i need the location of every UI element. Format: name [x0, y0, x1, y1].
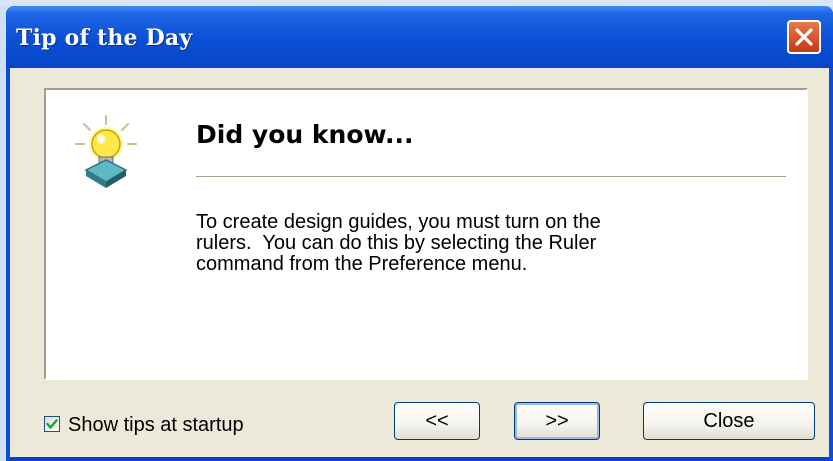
titlebar-close-button[interactable]: [787, 20, 821, 54]
tip-line: rulers. You can do this by selecting the…: [196, 232, 597, 254]
window-title: Tip of the Day: [16, 25, 193, 51]
tip-line: command from the Preference menu.: [196, 253, 528, 275]
show-tips-label[interactable]: Show tips at startup: [68, 414, 244, 437]
tip-panel: Did you know... To create design guides,…: [44, 88, 808, 380]
previous-tip-button[interactable]: <<: [394, 402, 480, 440]
close-button[interactable]: Close: [643, 402, 815, 440]
dialog-body: Did you know... To create design guides,…: [10, 68, 829, 457]
tip-of-the-day-dialog: Tip of the Day Did you know... To create…: [6, 6, 833, 461]
tip-line: To create design guides, you must turn o…: [196, 211, 601, 233]
title-bar[interactable]: Tip of the Day: [6, 6, 833, 68]
lightbulb-icon: [75, 115, 137, 188]
tip-text: To create design guides, you must turn o…: [196, 212, 756, 275]
close-icon: [795, 28, 813, 46]
heading-divider: [196, 176, 786, 178]
checkmark-icon: [46, 419, 58, 429]
tip-heading: Did you know...: [196, 120, 414, 149]
next-tip-button[interactable]: >>: [514, 402, 600, 440]
window-bottom-border: [10, 457, 829, 461]
show-tips-checkbox[interactable]: [44, 416, 60, 432]
show-tips-option[interactable]: Show tips at startup: [44, 411, 244, 437]
